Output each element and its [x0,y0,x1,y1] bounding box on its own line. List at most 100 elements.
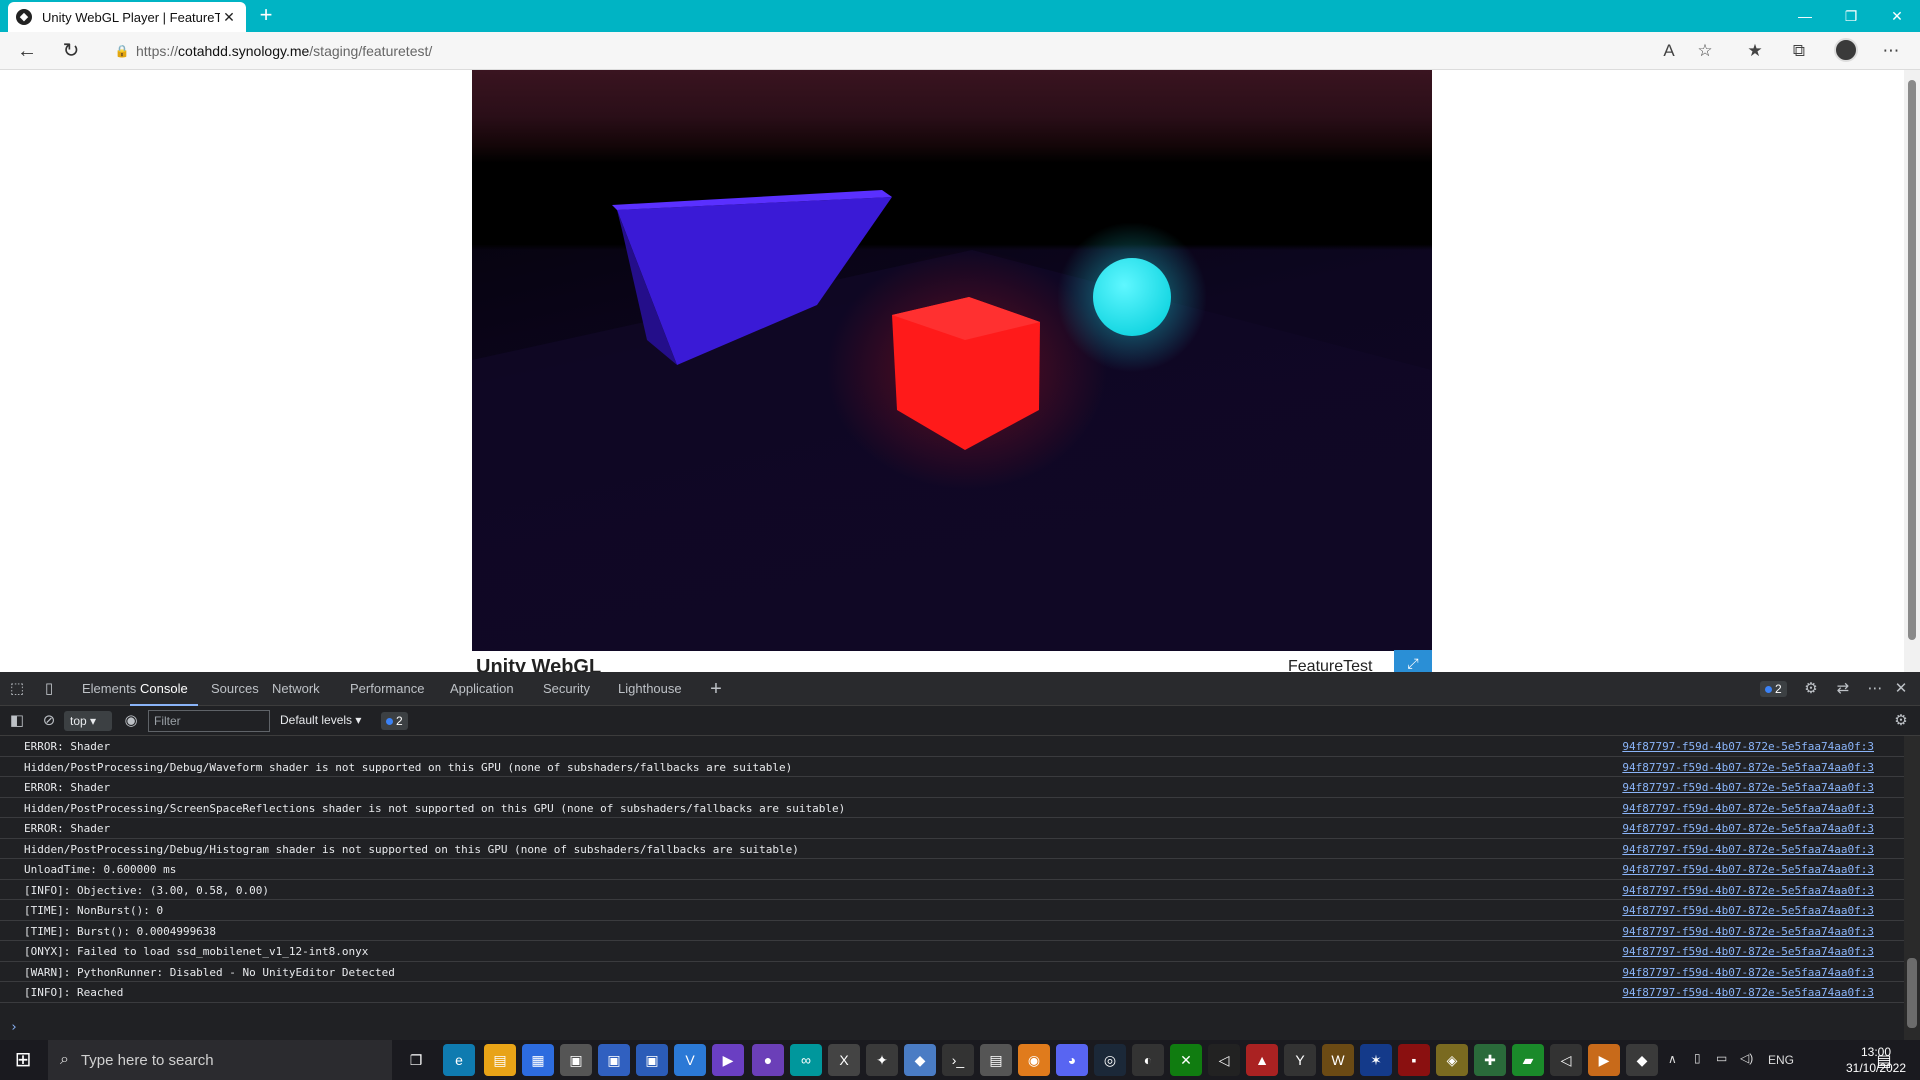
network-icon[interactable]: ▭ [1716,1051,1727,1065]
window-close-icon[interactable]: ✕ [1874,0,1920,32]
tab-elements[interactable]: Elements [82,672,136,706]
console-log-source-link[interactable]: 94f87797-f59d-4b07-872e-5e5faa74aa0f:3 [1622,966,1874,979]
console-log-source-link[interactable]: 94f87797-f59d-4b07-872e-5e5faa74aa0f:3 [1622,945,1874,958]
minimize-icon[interactable]: — [1782,0,1828,32]
console-log-source-link[interactable]: 94f87797-f59d-4b07-872e-5e5faa74aa0f:3 [1622,863,1874,876]
visual-studio-icon[interactable]: ▶ [712,1044,744,1076]
live-expression-eye-icon[interactable]: ◉ [118,706,144,736]
github-desktop-icon[interactable]: ● [752,1044,784,1076]
app-icon-11[interactable]: ✶ [1360,1044,1392,1076]
store-icon[interactable]: ▦ [522,1044,554,1076]
console-log-source-link[interactable]: 94f87797-f59d-4b07-872e-5e5faa74aa0f:3 [1622,925,1874,938]
app-icon-8[interactable]: ▲ [1246,1044,1278,1076]
app-icon-4[interactable]: X [828,1044,860,1076]
app-icon-5[interactable]: ✦ [866,1044,898,1076]
refresh-icon[interactable]: ↻ [56,37,86,65]
issues-badge[interactable]: 2 [1760,681,1787,697]
new-tab-button[interactable]: + [254,4,278,28]
fullscreen-button[interactable]: ⤢ [1394,650,1432,672]
customize-menu-icon[interactable]: ⋯ [1862,672,1888,706]
tab-lighthouse[interactable]: Lighthouse [618,672,682,706]
browser-tab[interactable]: ◆ Unity WebGL Player | FeatureTest ✕ [8,2,246,32]
app-icon-15[interactable]: ▰ [1512,1044,1544,1076]
arduino-icon[interactable]: ∞ [790,1044,822,1076]
page-scroll-thumb[interactable] [1908,80,1916,640]
app-icon-16[interactable]: ▶ [1588,1044,1620,1076]
console-log-source-link[interactable]: 94f87797-f59d-4b07-872e-5e5faa74aa0f:3 [1622,822,1874,835]
page-scrollbar[interactable] [1904,70,1920,672]
battery-icon[interactable]: ▯ [1694,1051,1701,1065]
tab-sources[interactable]: Sources [211,672,259,706]
app-icon-3[interactable]: ▣ [636,1044,668,1076]
console-log-source-link[interactable]: 94f87797-f59d-4b07-872e-5e5faa74aa0f:3 [1622,843,1874,856]
sidebar-toggle-icon[interactable]: ◧ [4,706,30,736]
obs-icon[interactable]: ◐ [1132,1044,1164,1076]
app-icon-1[interactable]: ▣ [560,1044,592,1076]
language-indicator[interactable]: ENG [1768,1053,1794,1067]
profile-avatar[interactable] [1834,38,1858,62]
console-log-source-link[interactable]: 94f87797-f59d-4b07-872e-5e5faa74aa0f:3 [1622,802,1874,815]
unity-editor-icon[interactable]: ◁ [1550,1044,1582,1076]
more-menu-icon[interactable]: ⋯ [1876,37,1906,65]
devtools-close-icon[interactable]: ✕ [1888,672,1914,706]
app-icon-6[interactable]: ◆ [904,1044,936,1076]
app-icon-10[interactable]: W [1322,1044,1354,1076]
app-icon-14[interactable]: ✚ [1474,1044,1506,1076]
app-icon-2[interactable]: ▣ [598,1044,630,1076]
vscode-icon[interactable]: V [674,1044,706,1076]
console-scrollbar[interactable] [1904,736,1920,1040]
url-field[interactable]: 🔒 https://cotahdd.synology.me/staging/fe… [108,37,1678,65]
volume-icon[interactable]: ◁) [1740,1051,1753,1065]
restore-icon[interactable]: ❐ [1828,0,1874,32]
console-prompt[interactable]: › [10,1020,18,1035]
inspect-element-icon[interactable]: ⬚ [4,672,30,706]
app-icon-13[interactable]: ◈ [1436,1044,1468,1076]
notifications-icon[interactable]: ▤ [1870,1046,1898,1074]
console-settings-icon[interactable]: ⚙ [1888,706,1914,736]
collections-icon[interactable]: ⧉ [1784,37,1814,65]
back-icon[interactable]: ← [12,37,42,65]
discord-icon[interactable]: ◕ [1056,1044,1088,1076]
app-icon-7[interactable]: ▤ [980,1044,1012,1076]
unity-webgl-canvas[interactable] [472,70,1432,651]
console-log-source-link[interactable]: 94f87797-f59d-4b07-872e-5e5faa74aa0f:3 [1622,884,1874,897]
file-explorer-icon[interactable]: ▤ [484,1044,516,1076]
console-log-source-link[interactable]: 94f87797-f59d-4b07-872e-5e5faa74aa0f:3 [1622,761,1874,774]
app-icon-12[interactable]: ▪ [1398,1044,1430,1076]
taskbar-search-box[interactable]: ⌕ Type here to search [48,1040,392,1080]
tray-chevron-icon[interactable]: ∧ [1668,1052,1677,1066]
unity-hub-icon[interactable]: ◁ [1208,1044,1240,1076]
dock-icon[interactable]: ⇄ [1830,672,1856,706]
tab-security[interactable]: Security [543,672,590,706]
tab-network[interactable]: Network [272,672,320,706]
console-scroll-thumb[interactable] [1907,958,1917,1028]
tab-performance[interactable]: Performance [350,672,424,706]
tab-console[interactable]: Console [130,672,198,706]
device-toolbar-icon[interactable]: ▯ [36,672,62,706]
tab-close-icon[interactable]: ✕ [220,9,238,26]
favorites-icon[interactable]: ★ [1740,37,1770,65]
context-selector[interactable]: top ▾ [64,711,112,731]
console-log-source-link[interactable]: 94f87797-f59d-4b07-872e-5e5faa74aa0f:3 [1622,904,1874,917]
console-log-source-link[interactable]: 94f87797-f59d-4b07-872e-5e5faa74aa0f:3 [1622,740,1874,753]
clear-console-icon[interactable]: ⊘ [36,706,62,736]
console-filter-input[interactable] [148,710,270,732]
console-log-source-link[interactable]: 94f87797-f59d-4b07-872e-5e5faa74aa0f:3 [1622,781,1874,794]
app-icon-9[interactable]: Y [1284,1044,1316,1076]
more-tabs-plus-icon[interactable]: + [703,672,729,706]
log-levels-dropdown[interactable]: Default levels ▾ [280,713,361,727]
console-log-source-link[interactable]: 94f87797-f59d-4b07-872e-5e5faa74aa0f:3 [1622,986,1874,999]
terminal-icon[interactable]: ›_ [942,1044,974,1076]
read-aloud-icon[interactable]: A [1654,37,1684,65]
unity-icon[interactable]: ◆ [1626,1044,1658,1076]
add-favorite-icon[interactable]: ☆ [1690,37,1720,65]
steam-icon[interactable]: ◎ [1094,1044,1126,1076]
settings-gear-icon[interactable]: ⚙ [1798,672,1824,706]
tab-application[interactable]: Application [450,672,514,706]
messages-badge[interactable]: 2 [381,712,408,730]
xbox-icon[interactable]: ✕ [1170,1044,1202,1076]
edge-browser-icon[interactable]: e [443,1044,475,1076]
task-view-icon[interactable]: ❐ [400,1044,432,1076]
blender-icon[interactable]: ◉ [1018,1044,1050,1076]
windows-start-icon[interactable]: ⊞ [0,1040,46,1080]
